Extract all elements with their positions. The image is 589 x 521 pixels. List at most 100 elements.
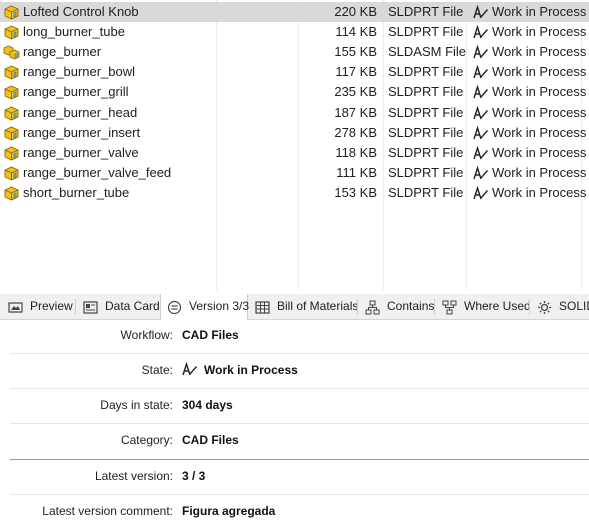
file-type: SLDPRT File — [388, 24, 464, 40]
file-row[interactable]: range_burner_valve_feed 111 KB SLDPRT File… — [0, 163, 589, 183]
divider — [10, 423, 589, 424]
file-type: SLDPRT File — [388, 124, 464, 140]
work-in-process-icon — [473, 185, 489, 201]
work-in-process-icon — [473, 64, 489, 80]
file-type: SLDPRT File — [388, 104, 464, 120]
part-icon — [3, 24, 20, 40]
file-list: Lofted Control Knob 220 KB SLDPRT File Work… — [0, 0, 589, 290]
tab-version[interactable]: Version 3/3 — [160, 294, 250, 320]
file-size: 118 KB — [335, 144, 377, 160]
file-name: range_burner_valve_feed — [23, 164, 172, 180]
part-icon — [3, 125, 20, 141]
tab-label: Where Used — [464, 299, 531, 313]
part-icon — [3, 84, 20, 100]
file-row[interactable]: range_burner_valve 118 KB SLDPRT File Work … — [0, 143, 589, 163]
file-size: 153 KB — [334, 184, 377, 200]
work-in-process-icon — [473, 165, 489, 181]
file-name: Lofted Control Knob — [23, 4, 139, 19]
file-row[interactable]: range_burner_bowl 117 KB SLDPRT File Work i… — [0, 62, 589, 82]
days-in-state-label: Days in state: — [100, 398, 173, 412]
days-in-state-value: 304 days — [182, 398, 233, 412]
work-in-process-icon — [473, 44, 489, 60]
file-type: SLDPRT File — [388, 144, 464, 160]
section-divider — [10, 459, 589, 460]
category-label: Category: — [120, 433, 173, 447]
part-icon — [3, 165, 20, 181]
file-row[interactable]: range_burner_insert 278 KB SLDPRT File Work… — [0, 123, 589, 143]
tab-data-card[interactable]: Data Card — [77, 294, 160, 319]
tab-label: Data Card — [105, 299, 160, 313]
file-type: SLDPRT File — [388, 64, 464, 80]
file-state-label: Work in Process — [492, 24, 587, 40]
part-icon — [3, 185, 20, 201]
tab-separator — [529, 299, 530, 315]
file-row[interactable]: long_burner_tube 114 KB SLDPRT File Work in… — [0, 22, 589, 42]
latest-version-value: 3 / 3 — [182, 469, 206, 483]
tab-label: Bill of Materials — [277, 299, 359, 313]
file-type: SLDPRT File — [388, 164, 464, 180]
state-label: State: — [141, 363, 173, 377]
preview-icon — [8, 299, 23, 314]
tab-label: Preview — [30, 299, 73, 313]
work-in-process-icon — [473, 125, 489, 141]
file-row[interactable]: range_burner_grill 235 KB SLDPRT File Work … — [0, 82, 589, 102]
file-state-label: Work in Process — [492, 184, 587, 200]
file-name: range_burner — [23, 44, 102, 60]
latest-version-label: Latest version: — [94, 469, 173, 483]
tab-label: Contains — [387, 299, 435, 313]
data-card-icon — [83, 299, 98, 314]
file-row[interactable]: range_burner 155 KB SLDASM File Work in Pro… — [0, 42, 589, 62]
file-state-label: Work in Process — [492, 124, 587, 140]
latest-version-comment-label: Latest version comment: — [42, 504, 173, 518]
file-state-label: Work in Process — [492, 4, 587, 19]
file-name: range_burner_insert — [23, 124, 141, 140]
tab-preview[interactable]: Preview — [2, 294, 74, 319]
file-size: 117 KB — [335, 64, 377, 80]
file-name: range_burner_valve — [23, 144, 139, 160]
workflow-value: CAD Files — [182, 328, 239, 342]
file-type: SLDPRT File — [388, 184, 464, 200]
file-size: 155 KB — [334, 44, 377, 60]
tab-where-used[interactable]: Where Used — [436, 294, 531, 319]
file-state-label: Work in Process — [492, 164, 587, 180]
file-name: range_burner_grill — [23, 84, 129, 100]
work-in-process-icon — [473, 85, 489, 100]
file-name: short_burner_tube — [23, 184, 130, 200]
latest-version-comment-value: Figura agregada — [182, 504, 276, 518]
where-used-icon — [442, 299, 457, 315]
file-name: long_burner_tube — [23, 24, 125, 40]
file-state-label: Work in Process — [492, 84, 587, 100]
file-type: SLDPRT File — [388, 4, 464, 19]
divider — [10, 388, 589, 389]
state-value: Work in Process — [204, 363, 298, 377]
contains-icon — [365, 299, 380, 315]
file-row[interactable]: range_burner_head 187 KB SLDPRT File Work i… — [0, 103, 589, 123]
file-type: SLDPRT File — [388, 84, 464, 100]
file-state-label: Work in Process — [492, 104, 587, 120]
file-row[interactable]: short_burner_tube 153 KB SLDPRT File Work i… — [0, 183, 589, 203]
file-state-label: Work in Process — [492, 64, 587, 80]
category-value: CAD Files — [182, 433, 239, 447]
tab-bill-of-materials[interactable]: Bill of Materials — [249, 294, 359, 319]
file-size: 235 KB — [334, 84, 377, 100]
file-name: range_burner_head — [23, 104, 138, 120]
work-in-process-icon — [473, 4, 489, 20]
divider — [10, 494, 589, 495]
part-icon — [3, 105, 20, 121]
tab-label: SOLID — [559, 299, 589, 313]
file-size: 187 KB — [334, 104, 377, 120]
tab-label: Version 3/3 — [189, 299, 250, 313]
work-in-process-icon — [473, 24, 489, 40]
tab-contains[interactable]: Contains — [359, 294, 435, 319]
file-size: 111 KB — [336, 164, 377, 180]
table-icon — [255, 299, 270, 314]
file-size: 114 KB — [335, 24, 377, 40]
file-row[interactable]: Lofted Control Knob 220 KB SLDPRT File Work… — [0, 2, 589, 22]
file-size: 278 KB — [334, 124, 377, 140]
version-icon — [167, 299, 182, 315]
workflow-label: Workflow: — [120, 328, 173, 342]
tab-solidworks[interactable]: SOLID — [531, 294, 589, 319]
file-name: range_burner_bowl — [23, 64, 136, 80]
file-state-label: Work in Process — [492, 144, 587, 160]
work-in-process-icon — [473, 145, 489, 161]
